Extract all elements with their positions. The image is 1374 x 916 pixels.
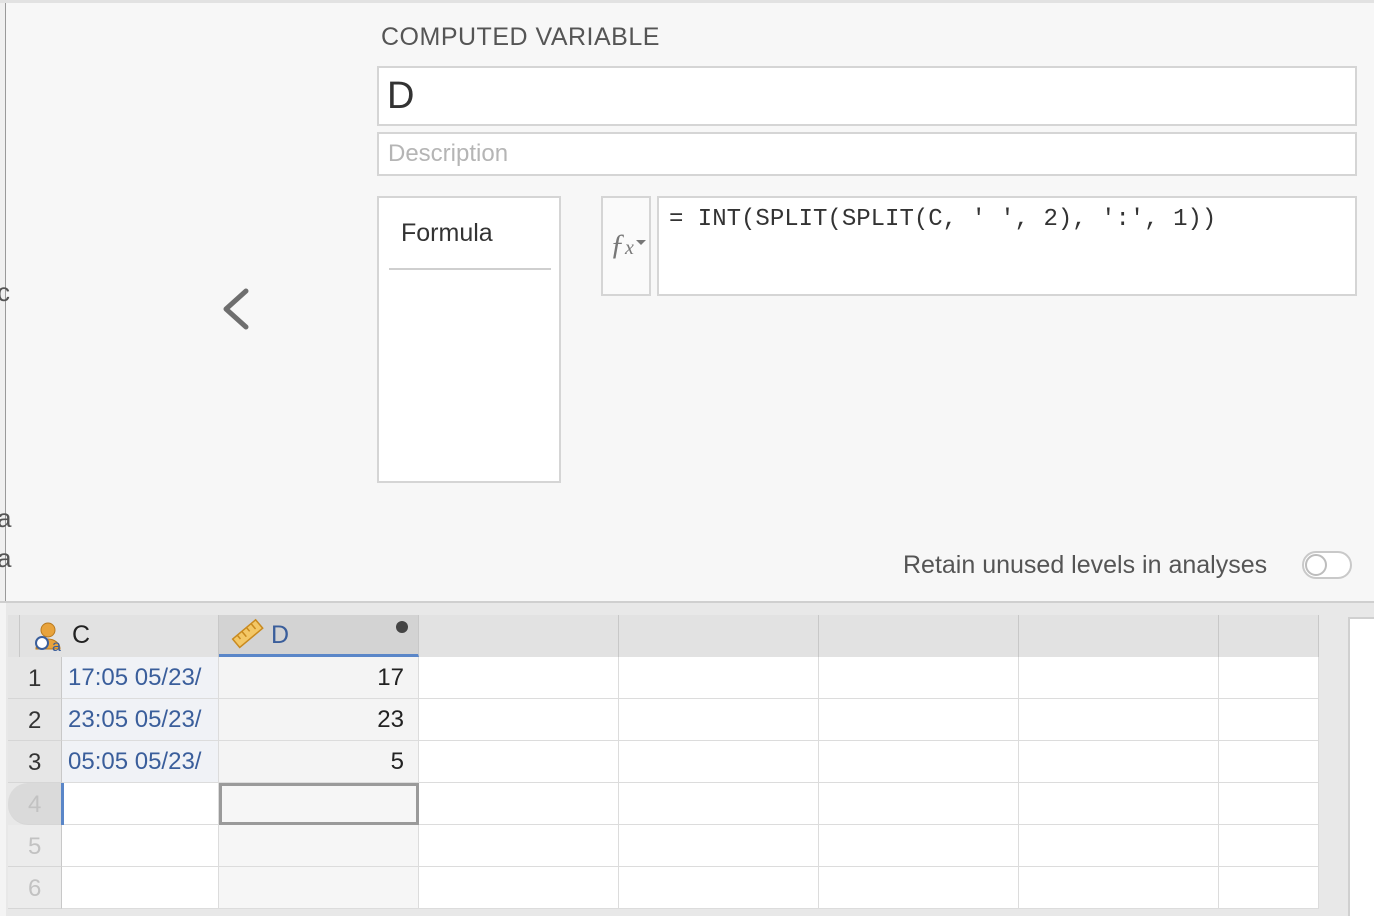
empty-cell[interactable]: [1219, 657, 1319, 699]
variable-name-field[interactable]: [377, 66, 1357, 126]
empty-cell[interactable]: [619, 783, 819, 825]
modified-dot-icon: [396, 621, 408, 633]
computed-variable-setup: c a a COMPUTED VARIABLE Formula ƒx = INT…: [0, 0, 1374, 604]
row-number[interactable]: 5: [8, 825, 62, 867]
empty-cell[interactable]: [419, 699, 619, 741]
empty-cell[interactable]: [819, 783, 1019, 825]
cell-d[interactable]: 17: [219, 657, 419, 699]
empty-cell[interactable]: [1019, 699, 1219, 741]
toggle-knob: [1305, 554, 1327, 576]
cell-d[interactable]: [219, 825, 419, 867]
empty-cell[interactable]: [419, 783, 619, 825]
empty-cell[interactable]: [819, 867, 1019, 909]
retain-levels-toggle[interactable]: [1302, 551, 1352, 579]
column-header-c[interactable]: a C: [20, 615, 219, 657]
empty-cell[interactable]: [1219, 783, 1319, 825]
cell-c[interactable]: [62, 825, 219, 867]
column-header-empty[interactable]: [819, 615, 1019, 657]
empty-cell[interactable]: [819, 699, 1019, 741]
section-title: COMPUTED VARIABLE: [381, 23, 660, 51]
row-number[interactable]: 6: [8, 867, 62, 909]
cell-c[interactable]: /05/23 23:05: [62, 699, 219, 741]
empty-cell[interactable]: [1019, 741, 1219, 783]
empty-cell[interactable]: [419, 867, 619, 909]
column-header-d[interactable]: D: [219, 615, 419, 657]
empty-cell[interactable]: [1019, 867, 1219, 909]
column-header-empty[interactable]: [419, 615, 619, 657]
empty-cell[interactable]: [619, 825, 819, 867]
cell-cursor: [61, 783, 64, 825]
description-field[interactable]: [377, 132, 1357, 176]
column-header-empty[interactable]: [619, 615, 819, 657]
empty-cell[interactable]: [819, 825, 1019, 867]
column-name: C: [72, 621, 91, 649]
empty-cell[interactable]: [819, 741, 1019, 783]
spreadsheet: a C D 1/05/23 17:05 17 2/05/23 23:05 23 …: [0, 601, 1374, 916]
empty-cell[interactable]: [419, 825, 619, 867]
cell-c[interactable]: [62, 783, 219, 825]
method-list: Formula: [377, 196, 561, 483]
row-number[interactable]: 4: [8, 783, 62, 825]
corner-header: [8, 615, 20, 657]
empty-cell[interactable]: [1019, 825, 1219, 867]
selected-cell-d[interactable]: [219, 783, 419, 825]
column-header-empty[interactable]: [1019, 615, 1219, 657]
left-panel-edge: c a a: [0, 3, 11, 604]
chevron-left-icon: [223, 288, 249, 330]
right-panel-edge: [1348, 617, 1374, 916]
cell-c[interactable]: [62, 867, 219, 909]
empty-cell[interactable]: [1219, 825, 1319, 867]
nominal-text-icon: a: [35, 622, 61, 653]
back-chevron-button[interactable]: [216, 285, 260, 333]
empty-cell[interactable]: [1219, 741, 1319, 783]
empty-cell[interactable]: [619, 699, 819, 741]
column-header-empty[interactable]: [1219, 615, 1319, 657]
svg-text:a: a: [52, 638, 61, 653]
empty-cell[interactable]: [619, 867, 819, 909]
empty-cell[interactable]: [619, 741, 819, 783]
app-root: c a a COMPUTED VARIABLE Formula ƒx = INT…: [0, 0, 1374, 916]
empty-cell[interactable]: [419, 657, 619, 699]
empty-cell[interactable]: [1219, 699, 1319, 741]
function-picker-button[interactable]: ƒx: [601, 196, 651, 296]
empty-cell[interactable]: [1019, 657, 1219, 699]
fx-icon: ƒx: [610, 228, 634, 261]
column-name: D: [271, 621, 290, 649]
row-number[interactable]: 2: [8, 699, 62, 741]
cell-d[interactable]: [219, 867, 419, 909]
cell-c[interactable]: /05/23 17:05: [62, 657, 219, 699]
row-number[interactable]: 1: [8, 657, 62, 699]
empty-cell[interactable]: [619, 657, 819, 699]
retain-levels-label: Retain unused levels in analyses: [903, 551, 1268, 579]
cell-c[interactable]: /05/23 05:05: [62, 741, 219, 783]
empty-cell[interactable]: [1019, 783, 1219, 825]
row-number[interactable]: 3: [8, 741, 62, 783]
cell-d[interactable]: 23: [219, 699, 419, 741]
formula-editor[interactable]: = INT(SPLIT(SPLIT(C, ' ', 2), ':', 1)): [657, 196, 1357, 296]
empty-cell[interactable]: [1219, 867, 1319, 909]
ruler-continuous-icon: [231, 618, 264, 649]
empty-cell[interactable]: [419, 741, 619, 783]
caret-down-icon: [636, 240, 646, 245]
method-item-formula[interactable]: Formula: [389, 216, 551, 270]
cell-d[interactable]: 5: [219, 741, 419, 783]
empty-cell[interactable]: [819, 657, 1019, 699]
